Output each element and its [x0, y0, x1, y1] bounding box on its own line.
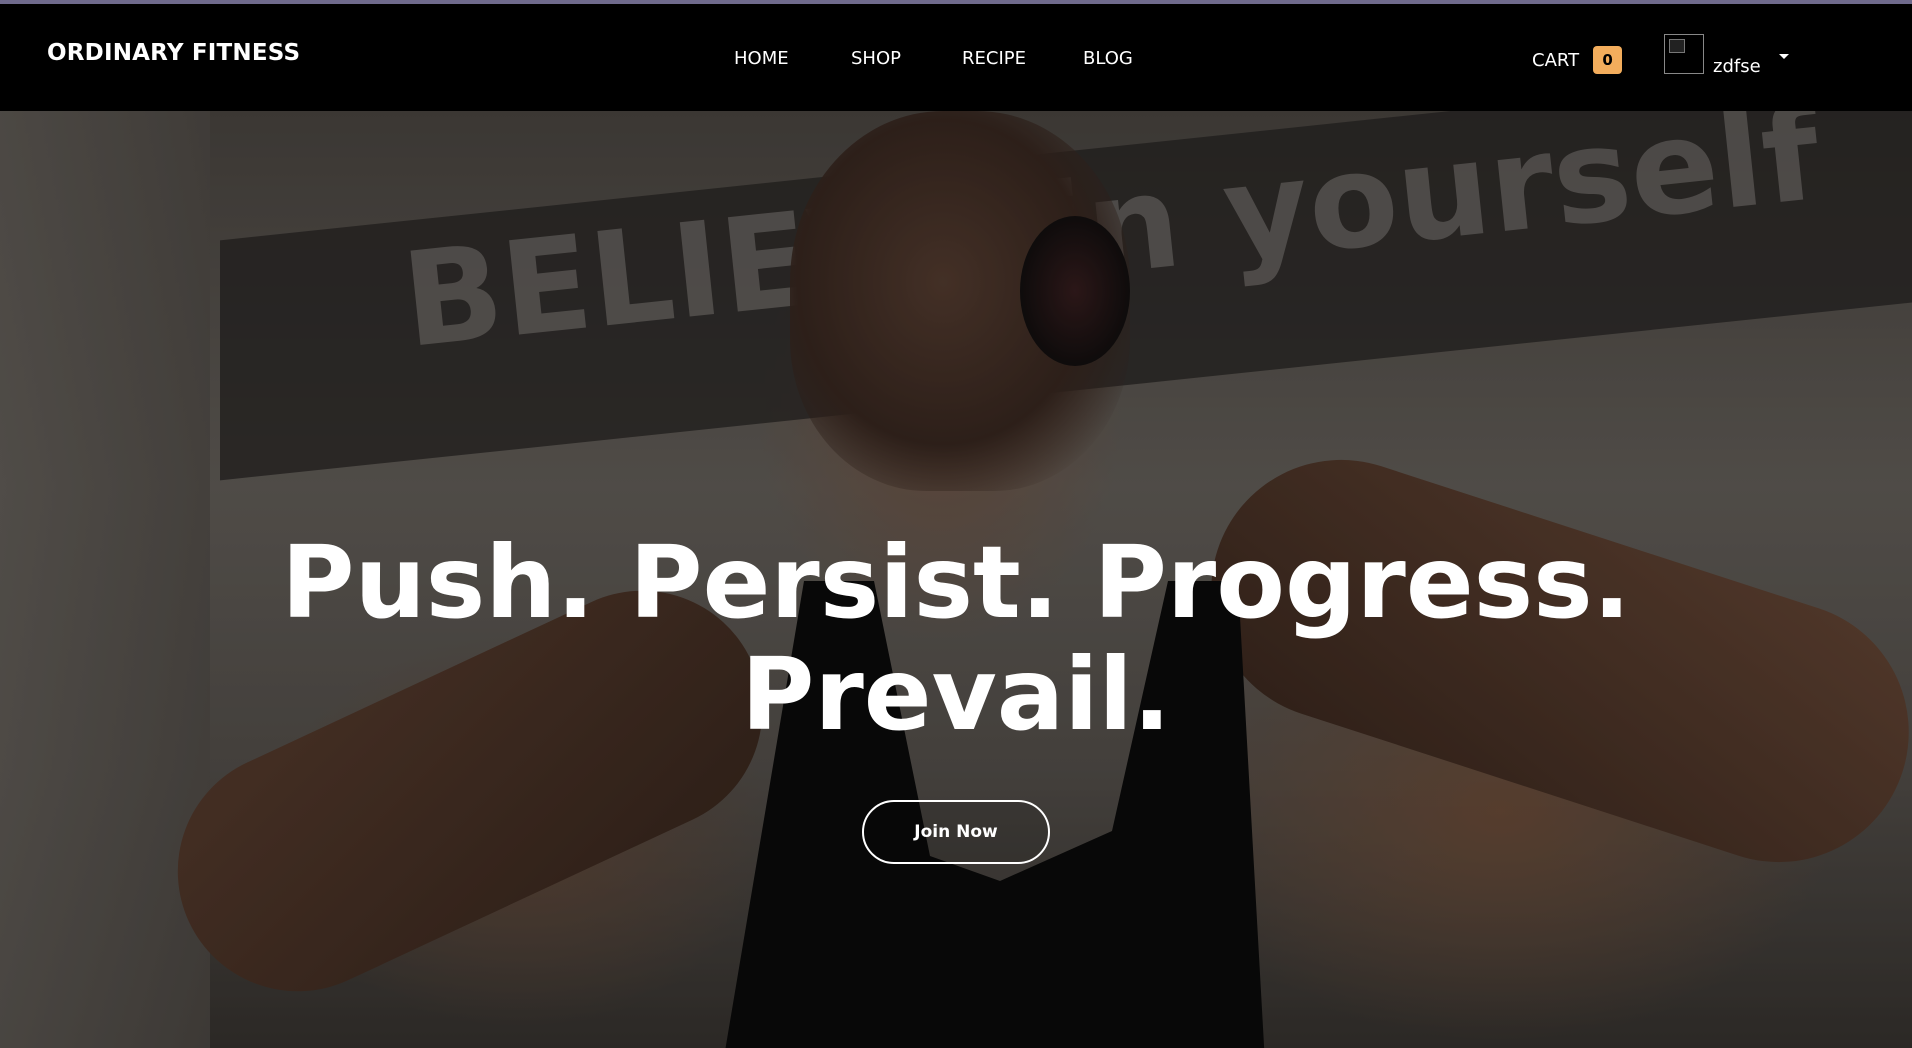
cart-count-badge: 0	[1593, 46, 1623, 74]
brand-logo[interactable]: ORDINARY FITNESS	[47, 40, 300, 66]
nav-link-home[interactable]: HOME	[734, 48, 789, 69]
caret-down-icon[interactable]	[1779, 54, 1789, 59]
join-now-button[interactable]: Join Now	[862, 800, 1050, 864]
user-name[interactable]: zdfse	[1713, 56, 1761, 77]
cart-label: CART	[1532, 49, 1580, 71]
navbar: ORDINARY FITNESS HOME SHOP RECIPE BLOG C…	[0, 4, 1912, 111]
hero-title-line-1: Push. Persist. Progress.	[281, 524, 1631, 641]
nav-link-shop[interactable]: SHOP	[851, 48, 901, 69]
nav-link-blog[interactable]: BLOG	[1083, 48, 1133, 69]
hero-section: BELIEVE in yourself Push. Persist. Progr…	[0, 111, 1912, 1048]
cart-button[interactable]: CART 0	[1532, 46, 1623, 74]
hero-title: Push. Persist. Progress. Prevail.	[0, 527, 1912, 751]
nav-link-recipe[interactable]: RECIPE	[962, 48, 1026, 69]
broken-image-icon[interactable]	[1664, 34, 1704, 74]
hero-title-line-2: Prevail.	[741, 636, 1171, 753]
